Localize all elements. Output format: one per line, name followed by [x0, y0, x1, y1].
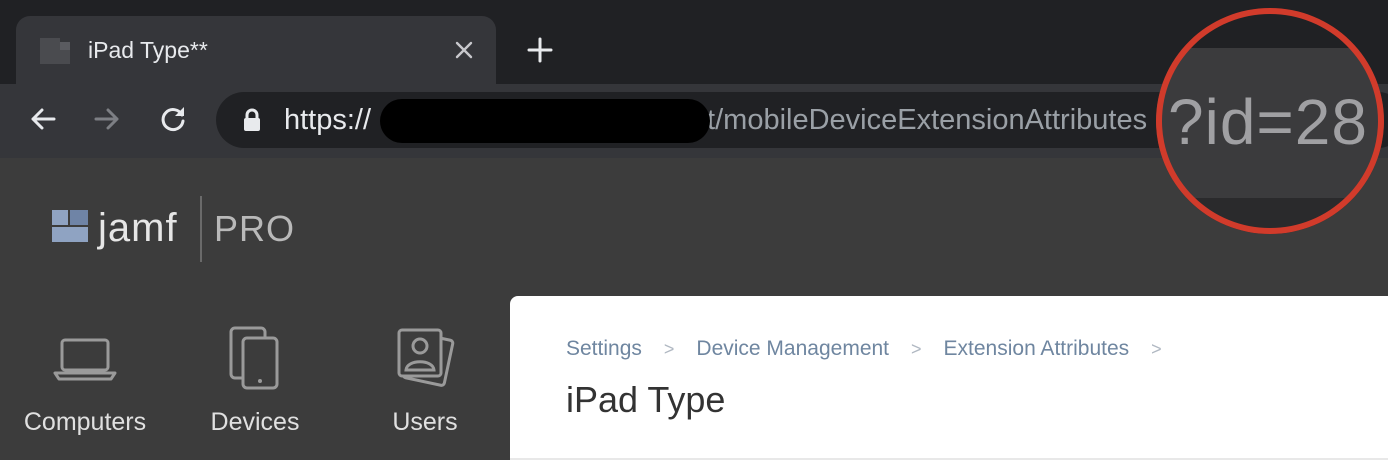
arrow-right-icon[interactable]: [92, 104, 122, 134]
nav-devices[interactable]: Devices: [170, 320, 340, 460]
close-icon[interactable]: [453, 39, 475, 61]
browser-tab[interactable]: iPad Type**: [16, 16, 496, 84]
arrow-left-icon[interactable]: [28, 104, 58, 134]
content-panel: Settings > Device Management > Extension Att…: [510, 296, 1388, 460]
logo-pro-label: PRO: [214, 208, 296, 249]
jamf-logo-mark-icon: [52, 210, 88, 242]
logo-divider: [200, 196, 202, 262]
laptop-icon: [53, 338, 117, 381]
breadcrumb-extension-attributes[interactable]: Extension Attributes: [944, 337, 1130, 360]
url-scheme: https://: [284, 104, 372, 136]
breadcrumb-separator: >: [663, 339, 675, 359]
breadcrumb-separator: >: [911, 339, 922, 359]
highlight-circle: [1156, 8, 1384, 234]
mobile-devices-icon: [229, 326, 279, 390]
users-icon: [397, 328, 455, 387]
url-path: t/mobileDeviceExtensionAttributes: [707, 104, 1148, 136]
nav-label-devices: Devices: [210, 408, 300, 436]
redaction-bar: [380, 99, 710, 143]
tab-title: iPad Type**: [88, 37, 208, 63]
jamf-pro-logo[interactable]: jamf PRO: [52, 196, 312, 264]
nav-computers[interactable]: Computers: [0, 320, 170, 460]
breadcrumb: Settings > Device Management > Extension Att…: [566, 336, 1184, 362]
reload-icon[interactable]: [158, 104, 188, 134]
new-tab-plus-icon[interactable]: [526, 36, 554, 64]
nav-label-computers: Computers: [23, 408, 147, 436]
breadcrumb-settings[interactable]: Settings: [566, 337, 642, 360]
jamf-favicon-icon: [40, 38, 70, 64]
nav-users[interactable]: Users: [340, 320, 510, 460]
page-title: iPad Type: [566, 379, 726, 420]
nav-label-users: Users: [392, 408, 458, 436]
breadcrumb-device-management[interactable]: Device Management: [696, 337, 889, 360]
lock-icon: [244, 108, 260, 131]
breadcrumb-separator: >: [1151, 339, 1162, 359]
logo-wordmark: jamf: [98, 206, 178, 250]
